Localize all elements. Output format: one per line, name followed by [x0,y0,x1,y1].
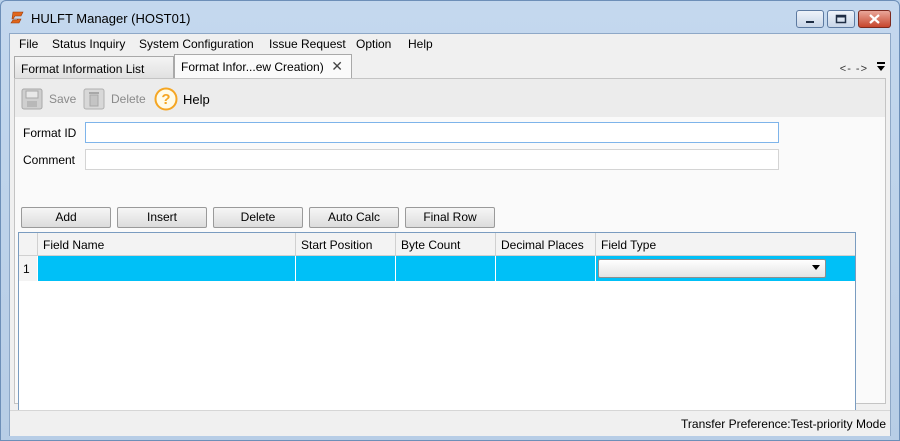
menu-status-inquiry[interactable]: Status Inquiry [52,37,125,51]
toolbar: Save Delete ? Help [15,79,885,117]
maximize-button[interactable] [827,10,855,28]
minimize-button[interactable] [796,10,824,28]
format-id-input[interactable] [85,122,779,143]
table-row[interactable]: 1 [19,256,855,281]
menu-file[interactable]: File [19,37,38,51]
help-button[interactable]: ? Help [154,86,210,112]
delete-toolbar-label: Delete [111,92,146,106]
delete-toolbar-button[interactable]: Delete [83,86,146,112]
app-window: HULFT Manager (HOST01) File Status Inqui… [0,0,900,441]
close-icon [869,14,880,24]
column-header-decimal-places[interactable]: Decimal Places [495,233,595,255]
final-row-button[interactable]: Final Row [405,207,495,228]
transfer-preference-status: Transfer Preference:Test-priority Mode [681,417,886,431]
title-bar[interactable]: HULFT Manager (HOST01) [1,1,899,35]
status-bar: Transfer Preference:Test-priority Mode [10,410,890,436]
tab-label: Format Information List [21,62,145,76]
cell-start-position[interactable] [295,256,395,281]
format-id-label: Format ID [23,126,77,140]
hulft-app-icon [10,11,24,24]
cell-decimal-places[interactable] [495,256,595,281]
client-area: File Status Inquiry System Configuration… [9,33,891,436]
cell-field-name[interactable] [37,256,295,281]
help-label: Help [183,91,210,107]
menu-system-configuration[interactable]: System Configuration [139,37,254,51]
tab-nav-arrows[interactable]: <- -> [840,63,868,75]
add-row-button[interactable]: Add [21,207,111,228]
menu-option[interactable]: Option [356,37,391,51]
format-editor-panel: Save Delete ? Help Format ID Comment Add… [14,78,886,432]
close-window-button[interactable] [858,10,891,28]
menu-help[interactable]: Help [408,37,433,51]
maximize-icon [835,14,847,24]
grid-header: Field Name Start Position Byte Count Dec… [19,233,855,256]
field-definition-grid[interactable]: Field Name Start Position Byte Count Dec… [18,232,856,432]
help-question-icon: ? [154,87,178,111]
trash-icon [83,88,105,110]
column-header-byte-count[interactable]: Byte Count [395,233,495,255]
auto-calc-button[interactable]: Auto Calc [309,207,399,228]
window-title: HULFT Manager (HOST01) [31,11,191,26]
cell-byte-count[interactable] [395,256,495,281]
dropdown-arrow-icon [812,265,820,270]
column-header-start-position[interactable]: Start Position [295,233,395,255]
tab-label: Format Infor...ew Creation) [181,60,324,74]
row-number[interactable]: 1 [19,256,37,281]
svg-text:?: ? [161,91,170,108]
tab-format-information-new-creation[interactable]: Format Infor...ew Creation) ✕ [174,54,352,78]
comment-label: Comment [23,153,76,167]
minimize-icon [806,21,814,23]
tab-format-information-list[interactable]: Format Information List [14,56,174,78]
insert-row-button[interactable]: Insert [117,207,207,228]
field-type-dropdown[interactable] [598,259,826,278]
menu-issue-request[interactable]: Issue Request [269,37,346,51]
tab-close-icon[interactable]: ✕ [331,58,343,75]
delete-row-button[interactable]: Delete [213,207,303,228]
cell-field-type [595,256,855,281]
column-header-field-type[interactable]: Field Type [595,233,855,255]
menu-bar: File Status Inquiry System Configuration… [10,34,890,54]
save-icon [21,88,43,110]
save-label: Save [49,92,77,106]
save-button[interactable]: Save [21,86,76,112]
tab-list-menu-icon[interactable] [876,61,886,73]
tab-strip: Format Information List Format Infor...e… [14,54,890,78]
column-header-field-name[interactable]: Field Name [37,233,295,255]
comment-input[interactable] [85,149,779,170]
